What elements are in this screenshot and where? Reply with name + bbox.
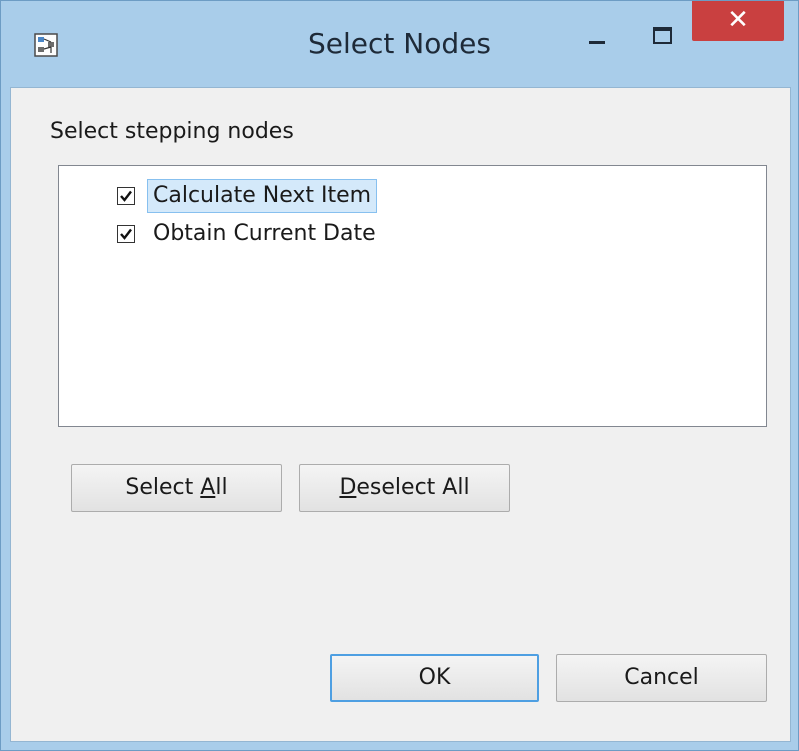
- checkmark-icon: [120, 228, 132, 240]
- checkbox[interactable]: [117, 225, 135, 243]
- node-label[interactable]: Calculate Next Item: [147, 179, 378, 213]
- select-all-button[interactable]: Select All: [71, 464, 282, 512]
- minimize-icon[interactable]: [576, 19, 616, 59]
- select-nodes-dialog: Select Nodes ✕ Select stepping nodes Cal…: [0, 0, 799, 751]
- close-button[interactable]: ✕: [692, 1, 784, 41]
- checkmark-icon: [120, 190, 132, 202]
- maximize-icon[interactable]: [641, 21, 681, 61]
- select-all-label-pre: Select: [125, 475, 201, 500]
- checkbox[interactable]: [117, 187, 135, 205]
- deselect-all-mnemonic: D: [339, 475, 357, 500]
- select-all-mnemonic: A: [200, 475, 216, 500]
- title-bar[interactable]: Select Nodes ✕: [1, 1, 798, 87]
- close-icon: ✕: [727, 5, 749, 35]
- deselect-all-label-post: eselect All: [356, 475, 470, 500]
- deselect-all-button[interactable]: Deselect All: [299, 464, 510, 512]
- cancel-button[interactable]: Cancel: [556, 654, 767, 702]
- ok-button[interactable]: OK: [330, 654, 539, 702]
- select-nodes-prompt: Select stepping nodes: [50, 119, 294, 144]
- node-label[interactable]: Obtain Current Date: [148, 217, 381, 251]
- nodes-listbox[interactable]: Calculate Next Item Obtain Current Date: [58, 165, 767, 427]
- select-all-label-post: ll: [215, 475, 228, 500]
